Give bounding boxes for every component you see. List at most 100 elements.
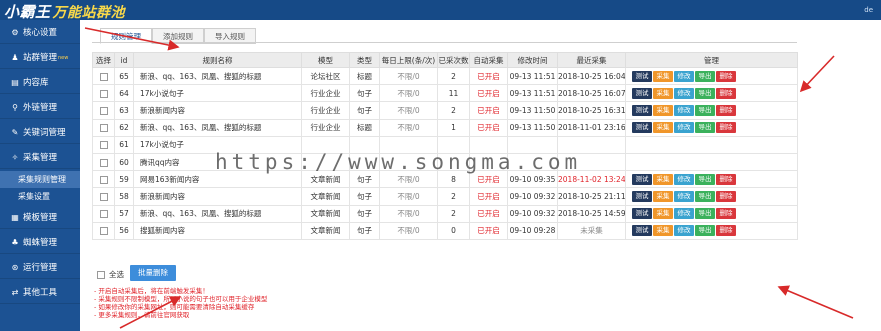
edit-button[interactable]: 修改 [674, 190, 694, 202]
cell-last-collect: 未采集 [557, 221, 626, 240]
delete-button[interactable]: 删除 [716, 122, 736, 134]
edit-button[interactable]: 修改 [674, 225, 694, 237]
cell-select[interactable] [92, 170, 115, 189]
collect-button[interactable]: 采集 [653, 104, 673, 116]
edit-button[interactable]: 修改 [674, 70, 694, 82]
cell-select[interactable] [92, 152, 115, 172]
edit-button[interactable]: 修改 [674, 208, 694, 220]
cell-modified-time: 09-10 09:32 [507, 187, 558, 206]
sidebar-item-core-settings[interactable]: ⚙ 核心设置 [0, 22, 80, 44]
collect-button[interactable]: 采集 [653, 225, 673, 237]
library-icon: ▤ [11, 78, 19, 87]
cell-select[interactable] [92, 84, 115, 103]
sidebar-item-templates[interactable]: ▦ 模板管理 [0, 207, 80, 229]
sidebar-item-label: 蜘蛛管理 [23, 238, 58, 248]
export-button[interactable]: 导出 [695, 104, 715, 116]
sidebar-subitem-collect-settings[interactable]: 采集设置 [0, 188, 80, 205]
row-checkbox[interactable] [99, 227, 108, 236]
cell-modified-time: 09-13 11:51 [507, 84, 558, 103]
export-button[interactable]: 导出 [695, 208, 715, 220]
cell-select[interactable] [92, 118, 115, 137]
sidebar-item-keywords[interactable]: ✎ 关键词管理 [0, 122, 80, 144]
export-button[interactable]: 导出 [695, 190, 715, 202]
sidebar-item-other-tools[interactable]: ⇄ 其他工具 [0, 282, 80, 304]
sidebar-item-content-library[interactable]: ▤ 内容库 [0, 72, 80, 94]
collect-button[interactable]: 采集 [653, 208, 673, 220]
cell-select[interactable] [92, 66, 115, 86]
header-user[interactable]: de [864, 6, 873, 14]
collect-button[interactable]: 采集 [653, 70, 673, 82]
test-button[interactable]: 测试 [632, 173, 652, 185]
cell-id: 65 [114, 66, 134, 86]
row-checkbox[interactable] [99, 141, 108, 150]
delete-button[interactable]: 删除 [716, 104, 736, 116]
cell-rule-name: 新浪新闻内容 [133, 101, 302, 120]
sidebar-item-collection[interactable]: ✧ 采集管理 [0, 147, 80, 169]
rules-table: 选择 id 规则名称 模型 类型 每日上限(条/次) 已采次数 自动采集 修改时… [92, 52, 798, 240]
cell-auto-collect: 已开启 [469, 204, 508, 223]
delete-button[interactable]: 删除 [716, 70, 736, 82]
cell-rule-name: 新浪、qq、163、凤凰、搜狐的标题 [133, 118, 302, 137]
collect-button[interactable]: 采集 [653, 87, 673, 99]
note-line: - 开启自动采集后，将在前端触发采集！ [94, 287, 209, 295]
delete-button[interactable]: 删除 [716, 208, 736, 220]
cell-type: 句子 [349, 221, 380, 240]
header-rule-name: 规则名称 [133, 52, 302, 68]
export-button[interactable]: 导出 [695, 70, 715, 82]
cell-manage [625, 135, 798, 154]
export-button[interactable]: 导出 [695, 173, 715, 185]
export-button[interactable]: 导出 [695, 122, 715, 134]
delete-button[interactable]: 删除 [716, 87, 736, 99]
batch-delete-button[interactable]: 批量删除 [130, 265, 176, 281]
delete-button[interactable]: 删除 [716, 225, 736, 237]
gear-icon: ⚙ [11, 28, 19, 37]
test-button[interactable]: 测试 [632, 122, 652, 134]
test-button[interactable]: 测试 [632, 87, 652, 99]
sidebar-item-spiders[interactable]: ♣ 蜘蛛管理 [0, 232, 80, 254]
collect-button[interactable]: 采集 [653, 122, 673, 134]
row-checkbox[interactable] [99, 106, 108, 115]
edit-button[interactable]: 修改 [674, 87, 694, 99]
table-row: 58 新浪新闻内容 文章新闻 句子 不限/0 2 已开启 09-10 09:32 2018-10… [92, 187, 798, 206]
collect-button[interactable]: 采集 [653, 190, 673, 202]
select-all[interactable]: 全选 [97, 269, 124, 280]
cell-select[interactable] [92, 204, 115, 223]
cell-select[interactable] [92, 221, 115, 240]
delete-button[interactable]: 删除 [716, 190, 736, 202]
edit-button[interactable]: 修改 [674, 173, 694, 185]
sidebar-item-site-group[interactable]: ♟ 站群管理new [0, 47, 80, 69]
test-button[interactable]: 测试 [632, 208, 652, 220]
row-checkbox[interactable] [99, 210, 108, 219]
sidebar-item-label: 模板管理 [23, 213, 58, 223]
test-button[interactable]: 测试 [632, 190, 652, 202]
cell-select[interactable] [92, 187, 115, 206]
header-select: 选择 [92, 52, 115, 68]
delete-button[interactable]: 删除 [716, 173, 736, 185]
row-checkbox[interactable] [99, 158, 108, 167]
collect-button[interactable]: 采集 [653, 173, 673, 185]
test-button[interactable]: 测试 [632, 225, 652, 237]
row-checkbox[interactable] [99, 89, 108, 98]
user-icon: ♟ [11, 53, 19, 62]
header-daily-limit: 每日上限(条/次) [379, 52, 438, 68]
select-all-checkbox[interactable] [97, 271, 105, 279]
cell-select[interactable] [92, 101, 115, 120]
edit-button[interactable]: 修改 [674, 104, 694, 116]
cell-collected-count: 0 [437, 221, 470, 240]
cell-select[interactable] [92, 135, 115, 154]
export-button[interactable]: 导出 [695, 87, 715, 99]
sidebar-subitem-rule-management[interactable]: 采集规则管理 [0, 171, 80, 188]
cell-id: 59 [114, 170, 134, 189]
cell-id: 60 [114, 152, 134, 172]
edit-button[interactable]: 修改 [674, 122, 694, 134]
test-button[interactable]: 测试 [632, 70, 652, 82]
row-checkbox[interactable] [99, 175, 108, 184]
sidebar-item-external-links[interactable]: ⚲ 外链管理 [0, 97, 80, 119]
cell-modified-time: 09-13 11:51 [507, 66, 558, 86]
row-checkbox[interactable] [99, 72, 108, 81]
sidebar-item-runtime[interactable]: ⊛ 运行管理 [0, 257, 80, 279]
row-checkbox[interactable] [99, 192, 108, 201]
export-button[interactable]: 导出 [695, 225, 715, 237]
row-checkbox[interactable] [99, 124, 108, 133]
test-button[interactable]: 测试 [632, 104, 652, 116]
